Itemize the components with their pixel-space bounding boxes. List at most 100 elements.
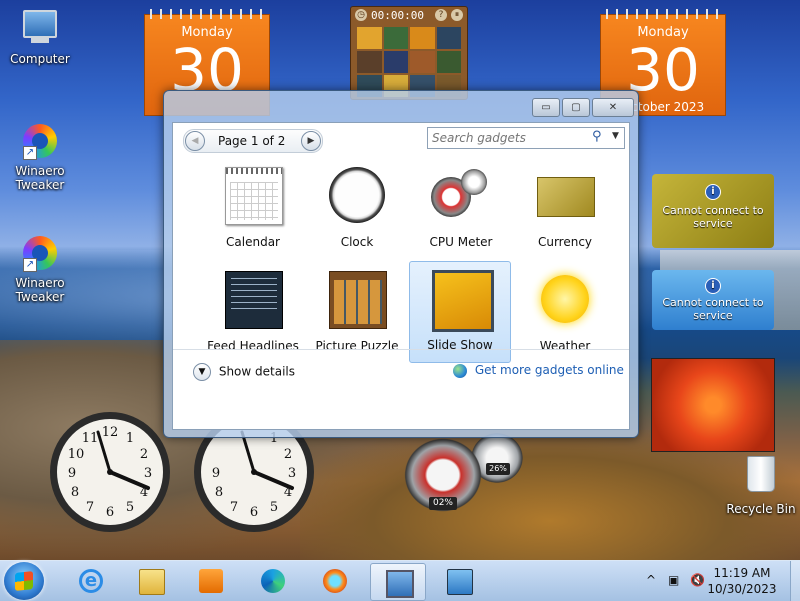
- close-button[interactable]: ✕: [592, 98, 634, 117]
- svg-text:5: 5: [270, 500, 278, 515]
- get-more-gadgets-link[interactable]: Get more gadgets online: [453, 363, 624, 378]
- puzzle-timer: 00:00:00: [371, 9, 424, 22]
- slide-show-gadget[interactable]: [651, 358, 775, 452]
- svg-text:2: 2: [284, 447, 292, 462]
- feed-headlines-icon: [225, 271, 283, 329]
- gadget-picture-puzzle[interactable]: Picture Puzzle: [307, 263, 407, 363]
- clock-icon: [329, 167, 385, 223]
- winaero-tweaker-icon: ↗: [23, 236, 57, 272]
- gadget-cpu-meter[interactable]: CPU Meter: [411, 159, 511, 259]
- svg-text:10: 10: [68, 447, 85, 462]
- weather-gadget-1[interactable]: i Cannot connect to service: [652, 174, 774, 248]
- clock-gadget-left[interactable]: 12 123 4567 891011: [48, 410, 172, 534]
- clock-center: [107, 469, 113, 475]
- media-player-icon: [199, 569, 223, 593]
- puzzle-toolbar: ◷ 00:00:00 ? ⏸: [351, 7, 467, 25]
- cpu-meter-gadget[interactable]: 02%: [403, 437, 483, 513]
- svg-text:1: 1: [126, 431, 134, 446]
- chevron-down-icon[interactable]: ▼: [612, 131, 619, 141]
- chevron-down-icon: ▼: [193, 363, 211, 381]
- gadget-label: Picture Puzzle: [315, 339, 399, 353]
- divider: [173, 349, 629, 350]
- weather-sun-icon: [541, 275, 589, 323]
- desktop-icon-label: Recycle Bin: [726, 502, 796, 516]
- picture-puzzle-icon: [329, 271, 387, 329]
- calendar-rings: [601, 9, 725, 19]
- gadgets-panel: ◀ Page 1 of 2 ▶ ⚲ ▼ Calendar Clock CPU M…: [172, 122, 630, 430]
- gadget-label: Weather: [539, 339, 591, 353]
- maximize-button[interactable]: ▢: [562, 98, 590, 117]
- clock-time: 11:19 AM: [713, 566, 771, 580]
- gadget-label: Feed Headlines: [207, 339, 299, 353]
- desktop-icon-recycle-bin[interactable]: Recycle Bin: [722, 456, 800, 516]
- show-desktop-button[interactable]: [790, 561, 800, 601]
- gadget-clock[interactable]: Clock: [307, 159, 407, 259]
- taskbar-internet-explorer[interactable]: e: [64, 563, 118, 599]
- svg-text:6: 6: [250, 505, 258, 520]
- winaero-tweaker-icon: ↗: [23, 124, 57, 160]
- edge-icon: [261, 569, 285, 593]
- gadget-calendar[interactable]: Calendar: [203, 159, 303, 259]
- puzzle-tiles[interactable]: [357, 27, 461, 97]
- taskbar-firefox[interactable]: [308, 563, 362, 599]
- gadget-label: CPU Meter: [429, 235, 493, 249]
- svg-text:5: 5: [126, 500, 134, 515]
- windows-logo-icon: [15, 571, 33, 591]
- calendar-rings: [145, 9, 269, 19]
- memory-percent: 26%: [486, 463, 510, 475]
- pause-button[interactable]: ⏸: [451, 9, 463, 21]
- gadget-weather[interactable]: Weather: [515, 263, 615, 363]
- start-button[interactable]: [4, 562, 44, 600]
- show-details-label: Show details: [218, 364, 295, 379]
- minimize-button[interactable]: ▭: [532, 98, 560, 117]
- desktop-icon-label: Winaero Tweaker: [15, 276, 65, 304]
- desktop: Computer ↗ Winaero Tweaker ↗ Winaero Twe…: [0, 0, 800, 560]
- computer-icon: [386, 570, 414, 598]
- timer-icon: ◷: [355, 9, 367, 21]
- firefox-icon: [323, 569, 347, 593]
- taskbar-desktop-gadgets[interactable]: [432, 563, 486, 599]
- currency-icon: [537, 177, 595, 217]
- weather-error-message: Cannot connect to service: [662, 204, 764, 230]
- gadget-currency[interactable]: Currency: [515, 159, 615, 259]
- weather-gadget-2[interactable]: i Cannot connect to service: [652, 270, 774, 330]
- weather-error-message: Cannot connect to service: [662, 296, 764, 322]
- page-label: Page 1 of 2: [218, 134, 286, 148]
- next-page-button[interactable]: ▶: [301, 131, 321, 151]
- show-details-toggle[interactable]: ▼ Show details: [193, 363, 295, 381]
- network-icon[interactable]: ▣: [668, 573, 679, 587]
- show-hidden-icons-button[interactable]: ^: [646, 573, 656, 587]
- previous-page-button[interactable]: ◀: [185, 131, 205, 151]
- desktop-icon-computer[interactable]: Computer: [4, 10, 76, 66]
- desktop-icon-winaero-tweaker-2[interactable]: ↗ Winaero Tweaker: [4, 236, 76, 304]
- taskbar-edge[interactable]: [246, 563, 300, 599]
- search-icon[interactable]: ⚲: [592, 129, 602, 144]
- desktop-icon-winaero-tweaker[interactable]: ↗ Winaero Tweaker: [4, 124, 76, 192]
- gadgets-gallery-window: ▭ ▢ ✕ ◀ Page 1 of 2 ▶ ⚲ ▼ Calendar Clock: [163, 90, 639, 438]
- computer-icon: [23, 10, 57, 43]
- help-button[interactable]: ?: [435, 9, 447, 21]
- globe-icon: [453, 363, 467, 378]
- search-input[interactable]: [428, 128, 594, 148]
- taskbar-computer[interactable]: [370, 563, 426, 601]
- cpu-percent: 02%: [429, 497, 457, 510]
- picture-puzzle-gadget[interactable]: ◷ 00:00:00 ? ⏸: [350, 6, 468, 100]
- shortcut-arrow-icon: ↗: [23, 146, 37, 160]
- gadget-label: Currency: [537, 235, 593, 249]
- gadgets-icon: [447, 569, 473, 595]
- calendar-icon: [225, 167, 283, 225]
- svg-text:9: 9: [212, 466, 220, 481]
- taskbar-file-explorer[interactable]: [124, 563, 178, 599]
- gadget-slide-show[interactable]: Slide Show: [409, 261, 511, 363]
- info-icon: i: [705, 184, 721, 200]
- clock-date: 10/30/2023: [707, 582, 777, 596]
- svg-text:6: 6: [106, 505, 114, 520]
- taskbar-media-player[interactable]: [184, 563, 238, 599]
- search-box: ⚲ ▼: [427, 127, 625, 149]
- taskbar-clock[interactable]: 11:19 AM 10/30/2023: [700, 565, 784, 597]
- gadget-feed-headlines[interactable]: Feed Headlines: [203, 263, 303, 363]
- svg-text:12: 12: [102, 425, 119, 440]
- svg-text:7: 7: [230, 500, 238, 515]
- svg-text:7: 7: [86, 500, 94, 515]
- svg-text:3: 3: [144, 466, 152, 481]
